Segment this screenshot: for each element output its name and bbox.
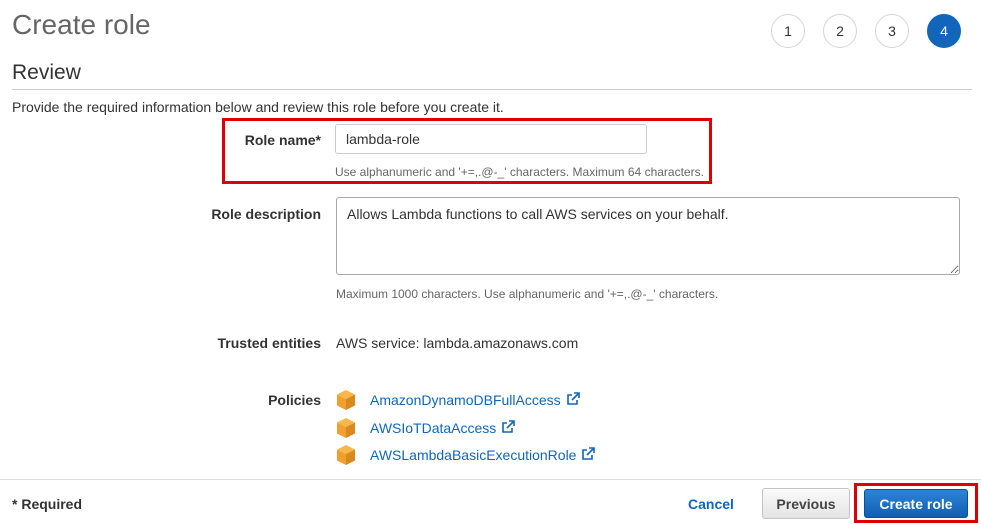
- create-role-button[interactable]: Create role: [864, 489, 968, 518]
- title-divider: [12, 89, 972, 90]
- wizard-step-2[interactable]: 2: [823, 14, 857, 48]
- wizard-step-1[interactable]: 1: [771, 14, 805, 48]
- role-description-label: Role description: [211, 206, 321, 222]
- role-name-hint: Use alphanumeric and '+=,.@-_' character…: [335, 165, 704, 179]
- policy-link-label: AmazonDynamoDBFullAccess: [370, 392, 561, 408]
- external-link-icon: [582, 447, 596, 460]
- policy-link-label: AWSIoTDataAccess: [370, 420, 497, 436]
- external-link-icon: [502, 420, 516, 433]
- page-title: Create role: [12, 9, 151, 40]
- previous-button[interactable]: Previous: [762, 488, 850, 519]
- role-name-label: Role name*: [244, 132, 321, 148]
- wizard-step-4-current: 4: [927, 14, 961, 48]
- policy-link-awslambdabasicexecutionrole[interactable]: AWSLambdaBasicExecutionRole: [370, 447, 596, 463]
- aws-policy-cube-icon: [337, 445, 355, 465]
- review-intro-text: Provide the required information below a…: [12, 99, 504, 115]
- policy-link-awsiotdataaccess[interactable]: AWSIoTDataAccess: [370, 420, 516, 436]
- role-description-hint: Maximum 1000 characters. Use alphanumeri…: [336, 287, 719, 301]
- required-note: * Required: [12, 496, 83, 512]
- policies-label: Policies: [268, 392, 321, 408]
- external-link-icon: [566, 392, 580, 405]
- trusted-entities-label: Trusted entities: [217, 335, 321, 351]
- policy-link-amazondynamodbfullaccess[interactable]: AmazonDynamoDBFullAccess: [370, 392, 580, 408]
- cancel-button[interactable]: Cancel: [688, 496, 734, 512]
- role-description-textarea[interactable]: Allows Lambda functions to call AWS serv…: [336, 197, 960, 275]
- aws-policy-cube-icon: [337, 390, 355, 410]
- aws-policy-cube-icon: [337, 418, 355, 438]
- policy-link-label: AWSLambdaBasicExecutionRole: [370, 447, 577, 463]
- footer-divider: [0, 479, 981, 480]
- section-title: Review: [12, 61, 81, 84]
- wizard-step-3[interactable]: 3: [875, 14, 909, 48]
- trusted-entities-value: AWS service: lambda.amazonaws.com: [336, 335, 579, 351]
- role-name-input[interactable]: [335, 124, 647, 154]
